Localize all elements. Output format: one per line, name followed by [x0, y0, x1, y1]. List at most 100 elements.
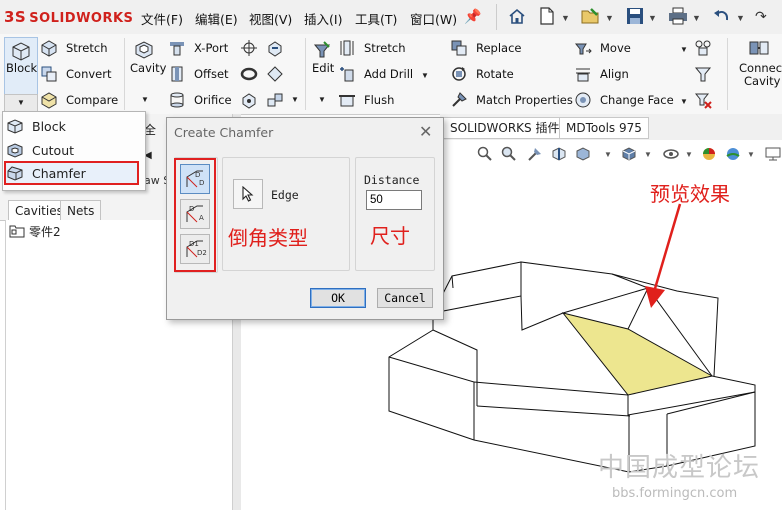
- dialog-title: Create Chamfer: [174, 125, 274, 140]
- dropdown-item-cutout[interactable]: Cutout: [4, 139, 138, 161]
- menu-separator: [496, 4, 497, 30]
- convert-label[interactable]: Convert: [66, 67, 111, 81]
- cancel-button[interactable]: Cancel: [377, 288, 433, 308]
- undo-icon[interactable]: [711, 6, 733, 26]
- cavity-icon: [132, 38, 156, 63]
- funnel-icon[interactable]: [694, 65, 712, 83]
- ribbon-separator: [305, 38, 306, 110]
- menu-window[interactable]: 窗口(W): [410, 9, 457, 28]
- print-icon[interactable]: [667, 6, 689, 26]
- match-properties-icon: [450, 91, 468, 109]
- cavity-label[interactable]: Cavity: [130, 61, 166, 75]
- open-icon[interactable]: [580, 6, 602, 26]
- edit-caret-icon[interactable]: ▼: [318, 95, 326, 104]
- add-drill-label[interactable]: Add Drill: [364, 67, 413, 81]
- flush-icon: [338, 91, 356, 109]
- stretch2-icon: [338, 39, 356, 57]
- move-icon: [574, 39, 592, 57]
- offset-label[interactable]: Offset: [194, 67, 229, 81]
- new-caret-icon[interactable]: ▼: [561, 13, 570, 23]
- chamfer-type-distance-angle[interactable]: DA: [180, 199, 210, 229]
- distance-input[interactable]: [366, 190, 422, 210]
- svg-text:D: D: [195, 171, 200, 179]
- svg-text:D: D: [189, 205, 194, 213]
- save-caret-icon[interactable]: ▼: [648, 13, 657, 23]
- move-label[interactable]: Move: [600, 41, 631, 55]
- cavity-caret-icon[interactable]: ▼: [141, 95, 149, 104]
- change-face-label[interactable]: Change Face: [600, 93, 674, 107]
- connect-label[interactable]: Connect: [739, 61, 782, 75]
- new-document-icon[interactable]: [536, 6, 558, 26]
- delete-feature-icon[interactable]: [694, 91, 712, 109]
- align-icon: [574, 65, 592, 83]
- match-properties-label[interactable]: Match Properties: [476, 93, 573, 107]
- multi-cube-icon[interactable]: [266, 91, 284, 109]
- print-caret-icon[interactable]: ▼: [692, 13, 701, 23]
- convert-icon: [40, 65, 58, 83]
- block-dropdown-toggle[interactable]: ▼: [4, 94, 38, 112]
- menu-tools[interactable]: 工具(T): [355, 9, 397, 28]
- distance-label: Distance: [364, 173, 420, 187]
- dropdown-item-block[interactable]: Block: [4, 115, 138, 137]
- undo-caret-icon[interactable]: ▼: [736, 13, 745, 23]
- chamfer-type-distance-distance[interactable]: DD: [180, 164, 210, 194]
- add-drill-caret-icon[interactable]: ▼: [421, 71, 429, 80]
- part-folder-icon: [9, 224, 25, 241]
- svg-text:A: A: [199, 214, 204, 222]
- port-feature-icon[interactable]: [240, 91, 258, 109]
- svg-text:D: D: [199, 179, 204, 187]
- offset-icon: [168, 65, 186, 83]
- stretch2-label[interactable]: Stretch: [364, 41, 405, 55]
- compare-label[interactable]: Compare: [66, 93, 118, 107]
- connect-cavity-icon: [748, 38, 770, 63]
- tab-mdtools[interactable]: MDTools 975: [559, 117, 649, 139]
- add-drill-icon: [338, 65, 356, 83]
- pin-icon[interactable]: 📌: [464, 8, 481, 25]
- valve-icon[interactable]: [694, 39, 712, 57]
- save-icon[interactable]: [624, 6, 646, 26]
- tab-nets[interactable]: Nets: [60, 200, 102, 222]
- stretch-label[interactable]: Stretch: [66, 41, 107, 55]
- flush-label[interactable]: Flush: [364, 93, 394, 107]
- cube-cut-icon[interactable]: [266, 39, 284, 57]
- orifice-label[interactable]: Orifice: [194, 93, 232, 107]
- ok-button[interactable]: OK: [310, 288, 366, 308]
- block-small-icon: [4, 117, 26, 135]
- close-icon[interactable]: ✕: [419, 122, 432, 142]
- xport-label[interactable]: X-Port: [194, 41, 228, 55]
- ribbon-separator: [727, 38, 728, 110]
- tree-root-label[interactable]: 零件2: [29, 223, 61, 240]
- block-label: Block: [6, 61, 38, 75]
- menu-file[interactable]: 文件(F): [141, 9, 183, 28]
- chamfer-type-two-distances[interactable]: D1 D2: [180, 234, 210, 264]
- redo-icon[interactable]: ↷: [755, 8, 767, 25]
- open-caret-icon[interactable]: ▼: [605, 13, 614, 23]
- change-face-icon: [574, 91, 592, 109]
- menu-edit[interactable]: 编辑(E): [195, 9, 238, 28]
- edit-label[interactable]: Edit: [312, 61, 334, 75]
- home-icon[interactable]: [506, 6, 528, 26]
- compare-icon: [40, 91, 58, 109]
- align-label[interactable]: Align: [600, 67, 629, 81]
- cavity2-label[interactable]: Cavity: [744, 74, 780, 88]
- stretch-icon: [40, 39, 58, 57]
- tab-solidworks-addins[interactable]: SOLIDWORKS 插件: [443, 117, 567, 139]
- watermark-title: 中国成型论坛: [598, 453, 761, 483]
- menu-insert[interactable]: 插入(I): [304, 9, 342, 28]
- replace-icon: [450, 39, 468, 57]
- multi-caret-icon[interactable]: ▼: [291, 95, 299, 104]
- rotate-icon: [450, 65, 468, 83]
- change-face-caret-icon[interactable]: ▼: [680, 97, 688, 106]
- menu-view[interactable]: 视图(V): [249, 9, 292, 28]
- edge-label: Edge: [271, 188, 299, 202]
- rotate-label[interactable]: Rotate: [476, 67, 514, 81]
- crosshair-icon[interactable]: [240, 39, 258, 57]
- edge-select-button[interactable]: [233, 179, 263, 209]
- dropdown-item-chamfer[interactable]: Chamfer: [4, 162, 138, 184]
- move-caret-icon[interactable]: ▼: [680, 45, 688, 54]
- replace-label[interactable]: Replace: [476, 41, 522, 55]
- ring-icon[interactable]: [240, 65, 258, 83]
- annotation-chamfer-type: 倒角类型: [228, 226, 308, 250]
- diamond-icon[interactable]: [266, 65, 284, 83]
- chamfer-icon: [4, 164, 26, 182]
